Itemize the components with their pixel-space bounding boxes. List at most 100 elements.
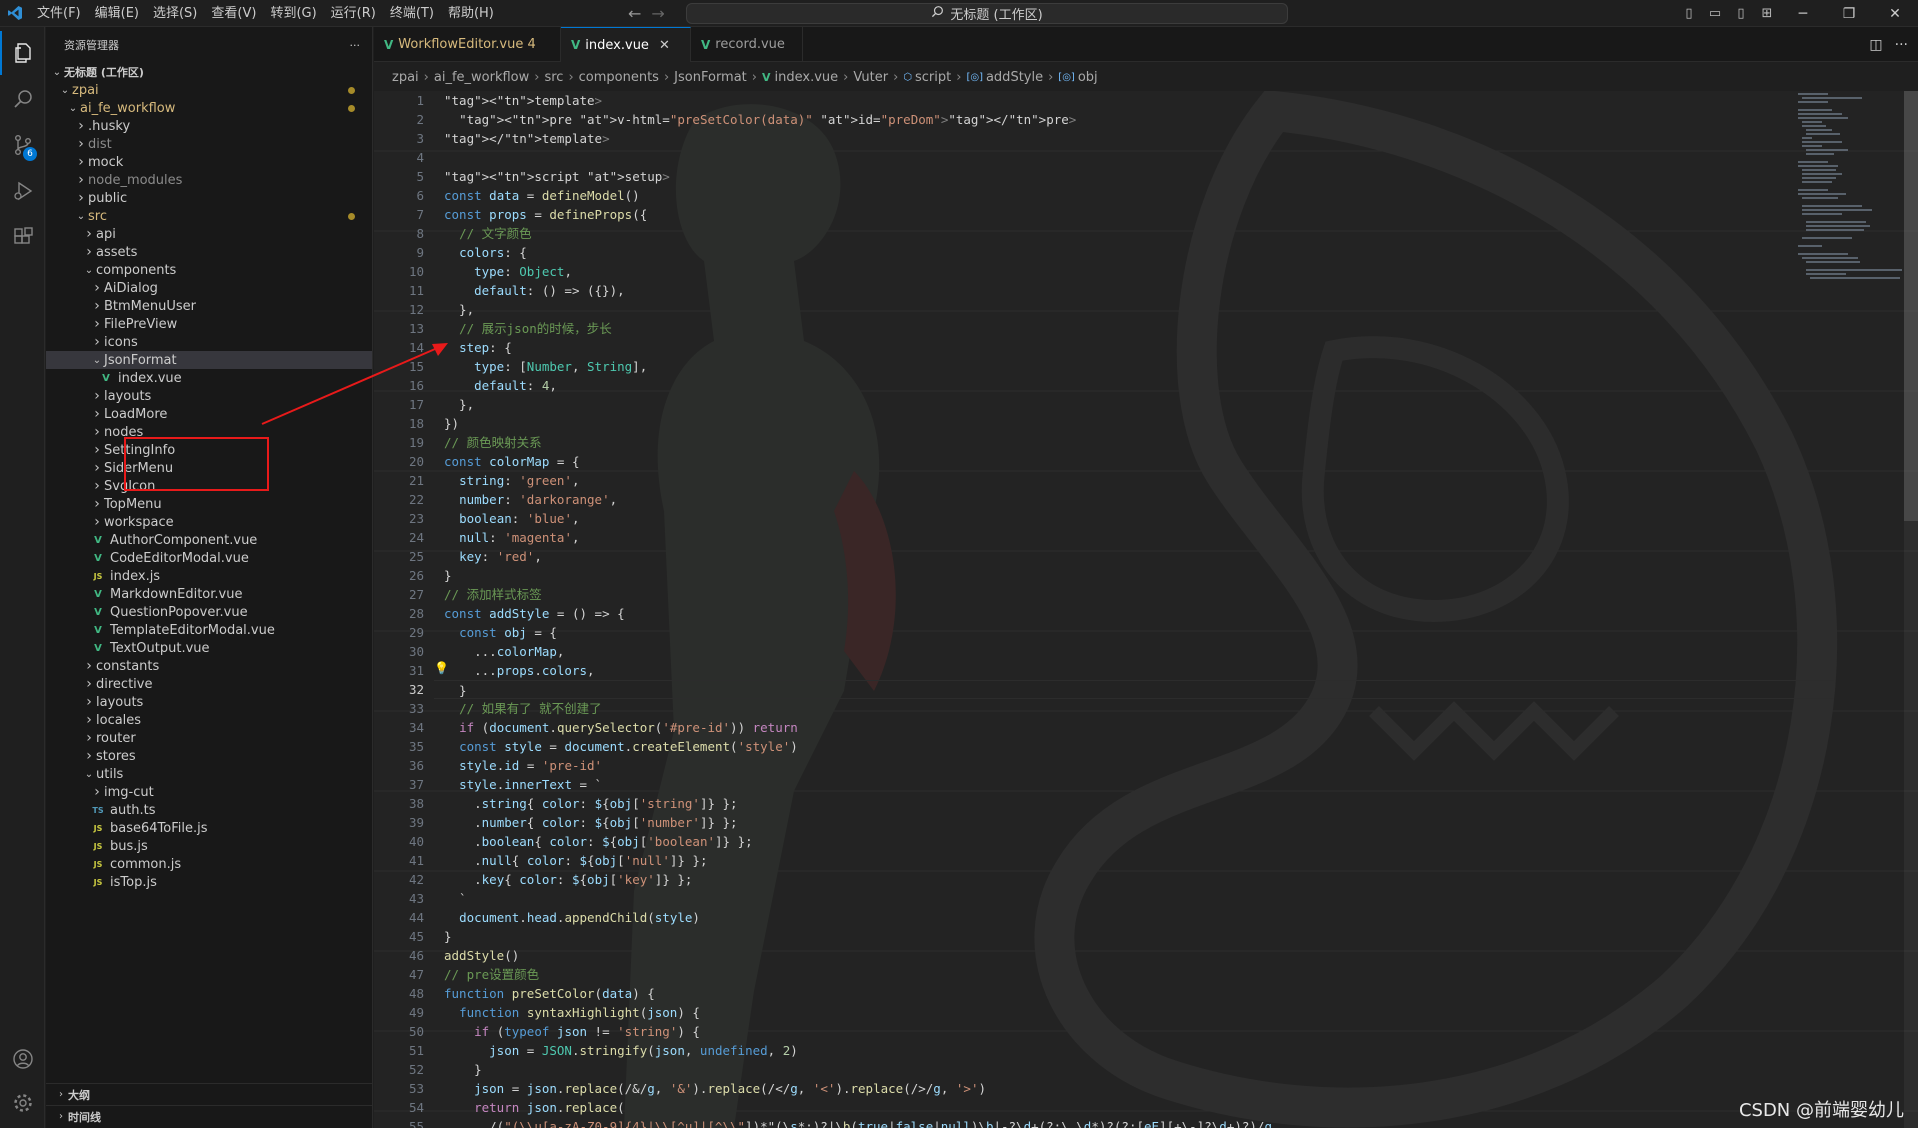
lightbulb-icon[interactable]: 💡 [434, 661, 449, 675]
more-actions-icon[interactable]: ··· [1895, 37, 1908, 53]
code-line[interactable]: ...colorMap, [444, 642, 564, 661]
tree-folder[interactable]: › stores [46, 747, 372, 765]
tree-folder[interactable]: › assets [46, 243, 372, 261]
code-line[interactable]: const props = defineProps({ [444, 205, 647, 224]
code-line[interactable]: "tag"><"tn">template> [444, 91, 602, 110]
tree-folder[interactable]: › FilePreView [46, 315, 372, 333]
menu-item[interactable]: 帮助(H) [441, 0, 501, 27]
code-line[interactable]: function preSetColor(data) { [444, 984, 655, 1003]
code-line[interactable]: function syntaxHighlight(json) { [444, 1003, 700, 1022]
manage-gear-icon[interactable] [0, 1081, 45, 1125]
menu-item[interactable]: 终端(T) [383, 0, 441, 27]
menu-item[interactable]: 文件(F) [30, 0, 88, 27]
tree-file[interactable]: JS common.js [46, 855, 372, 873]
code-line[interactable]: const colorMap = { [444, 452, 580, 471]
tree-folder[interactable]: › locales [46, 711, 372, 729]
code-line[interactable]: const style = document.createElement('st… [444, 737, 798, 756]
code-line[interactable]: } [444, 927, 452, 946]
tree-folder[interactable]: › layouts [46, 693, 372, 711]
tree-folder[interactable]: ⌄ JsonFormat [46, 351, 372, 369]
code-line[interactable]: "tag"></"tn">template> [444, 129, 610, 148]
code-line[interactable]: // 展示json的时候，步长 [444, 319, 612, 338]
tree-folder[interactable]: › dist [46, 135, 372, 153]
menu-item[interactable]: 查看(V) [204, 0, 263, 27]
close-tab-icon[interactable]: ✕ [659, 38, 670, 53]
code-line[interactable]: default: () => ({}), [444, 281, 625, 300]
code-line[interactable]: }) [444, 414, 459, 433]
tab-workfloweditor[interactable]: V WorkflowEditor.vue 4 [374, 27, 561, 62]
code-line[interactable]: "tag"><"tn">pre "at">v-html="preSetColor… [444, 110, 1076, 129]
menu-item[interactable]: 选择(S) [146, 0, 204, 27]
menu-item[interactable]: 编辑(E) [88, 0, 146, 27]
split-editor-icon[interactable]: ◫ [1869, 37, 1882, 53]
toggle-primary-sidebar-icon[interactable]: ▯ [1676, 6, 1702, 21]
code-line[interactable]: json = json.replace(/&/g, '&').replace(/… [444, 1079, 986, 1098]
tree-folder[interactable]: › constants [46, 657, 372, 675]
code-line[interactable]: number: 'darkorange', [444, 490, 617, 509]
code-line[interactable]: addStyle() [444, 946, 519, 965]
tree-folder[interactable]: › public [46, 189, 372, 207]
more-actions-icon[interactable]: ··· [350, 39, 361, 52]
timeline-section[interactable]: › 时间线 [46, 1105, 372, 1127]
outline-section[interactable]: › 大纲 [46, 1083, 372, 1105]
tree-folder[interactable]: › api [46, 225, 372, 243]
breadcrumb-item[interactable]: ai_fe_workflow [434, 70, 529, 85]
code-line[interactable]: .key{ color: ${obj['key']} }; [444, 870, 692, 889]
code-line[interactable]: key: 'red', [444, 547, 542, 566]
tree-file[interactable]: TS auth.ts [46, 801, 372, 819]
restore-icon[interactable]: ❐ [1826, 6, 1872, 22]
command-center-search[interactable]: 无标题 (工作区) [686, 3, 1288, 24]
tree-folder[interactable]: › mock [46, 153, 372, 171]
tree-folder[interactable]: ⌄ src [46, 207, 372, 225]
back-arrow-icon[interactable]: ← [628, 4, 641, 23]
breadcrumb-item[interactable]: JsonFormat [674, 70, 747, 85]
code-line[interactable]: if (typeof json != 'string') { [444, 1022, 700, 1041]
code-line[interactable]: json = JSON.stringify(json, undefined, 2… [444, 1041, 798, 1060]
breadcrumb-item[interactable]: src [544, 70, 563, 85]
menu-item[interactable]: 转到(G) [263, 0, 323, 27]
toggle-panel-icon[interactable]: ▭ [1702, 6, 1728, 21]
tree-file[interactable]: JS base64ToFile.js [46, 819, 372, 837]
tree-file[interactable]: V AuthorComponent.vue [46, 531, 372, 549]
tree-folder[interactable]: › node_modules [46, 171, 372, 189]
code-line[interactable]: style.innerText = ` [444, 775, 602, 794]
tree-folder[interactable]: › workspace [46, 513, 372, 531]
tree-folder[interactable]: ⌄ components [46, 261, 372, 279]
code-line[interactable]: null: 'magenta', [444, 528, 579, 547]
tree-folder[interactable]: › .husky [46, 117, 372, 135]
run-debug-icon[interactable] [0, 169, 45, 213]
breadcrumb-item[interactable]: script [915, 70, 951, 85]
code-line[interactable]: // pre设置颜色 [444, 965, 539, 984]
minimap[interactable] [1794, 91, 1904, 311]
code-line[interactable]: step: { [444, 338, 512, 357]
tree-file[interactable]: JS isTop.js [46, 873, 372, 891]
code-line[interactable]: .null{ color: ${obj['null']} }; [444, 851, 707, 870]
tree-file[interactable]: V QuestionPopover.vue [46, 603, 372, 621]
explorer-icon[interactable] [0, 31, 45, 75]
tree-folder[interactable]: › AiDialog [46, 279, 372, 297]
tree-folder[interactable]: › TopMenu [46, 495, 372, 513]
code-line[interactable]: const addStyle = () => { [444, 604, 625, 623]
breadcrumb-item[interactable]: addStyle [986, 70, 1043, 85]
tree-folder[interactable]: ⌄ 无标题 (工作区) [46, 63, 372, 81]
code-editor[interactable]: 1 2 3 4 5 6 7 8 9 10 11 12 13 14 15 16 17 18 19 20 21 22 23 24 2… [374, 91, 1918, 1128]
code-line[interactable]: const data = defineModel() [444, 186, 640, 205]
toggle-secondary-sidebar-icon[interactable]: ▯ [1728, 6, 1754, 21]
code-line[interactable]: boolean: 'blue', [444, 509, 579, 528]
tree-folder[interactable]: › router [46, 729, 372, 747]
tree-folder[interactable]: › img-cut [46, 783, 372, 801]
tree-file[interactable]: Vindex.vue [46, 369, 372, 387]
code-line[interactable]: /("(\\u[a-zA-Z0-9]{4}|\\[^u]|[^\\"])*"(\… [444, 1117, 1272, 1128]
code-line[interactable]: // 添加样式标签 [444, 585, 542, 604]
tree-file[interactable]: JS bus.js [46, 837, 372, 855]
tree-folder[interactable]: › BtmMenuUser [46, 297, 372, 315]
account-icon[interactable] [0, 1037, 45, 1081]
code-line[interactable]: // 如果有了 就不创建了 [444, 699, 602, 718]
tree-folder[interactable]: ⌄ utils [46, 765, 372, 783]
code-line[interactable]: }, [444, 395, 474, 414]
code-line[interactable]: type: [Number, String], [444, 357, 647, 376]
code-line[interactable]: } [444, 1060, 482, 1079]
scrollbar-thumb[interactable] [1904, 91, 1918, 521]
menu-item[interactable]: 运行(R) [324, 0, 383, 27]
tab-index-vue[interactable]: V index.vue ✕ [561, 27, 691, 62]
